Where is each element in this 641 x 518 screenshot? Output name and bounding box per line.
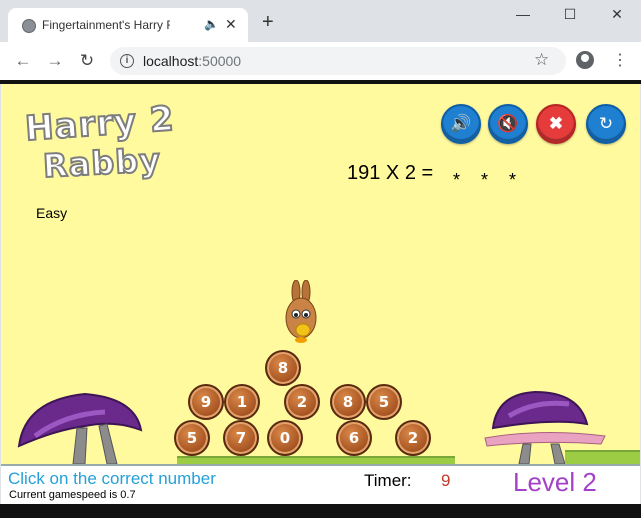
- reload-button[interactable]: ↻: [76, 51, 98, 71]
- timer-value: 9: [441, 471, 451, 490]
- timer-label: Timer:: [364, 471, 412, 490]
- restart-button[interactable]: ↻: [586, 104, 626, 144]
- number-coin[interactable]: 7: [223, 420, 259, 456]
- math-question: 191 X 2 =: [347, 162, 434, 184]
- number-coin[interactable]: 2: [284, 384, 320, 420]
- number-coin[interactable]: 6: [336, 420, 372, 456]
- speaker-icon[interactable]: 🔈: [204, 17, 219, 31]
- url-text[interactable]: localhost:50000: [143, 53, 241, 69]
- browser-toolbar: ← → ↻ i localhost:50000 ☆ ⋮: [0, 42, 641, 81]
- number-coin[interactable]: 1: [224, 384, 260, 420]
- new-tab-button[interactable]: +: [262, 12, 274, 32]
- close-game-button[interactable]: ✖: [536, 104, 576, 144]
- forward-button[interactable]: →: [44, 51, 66, 71]
- difficulty-label: Easy: [36, 205, 68, 221]
- number-coin[interactable]: 0: [267, 420, 303, 456]
- gamespeed-text: Current gamespeed is 0.7: [9, 489, 136, 501]
- sound-on-button[interactable]: 🔊: [441, 104, 481, 144]
- level-indicator: Level 2: [513, 467, 597, 497]
- mute-button[interactable]: 🔇: [488, 104, 528, 144]
- window-close-button[interactable]: ✕: [602, 6, 632, 26]
- info-icon[interactable]: i: [120, 54, 134, 68]
- number-coin[interactable]: 8: [330, 384, 366, 420]
- browser-tab[interactable]: Fingertainment's Harry Rabb 🔈 ✕: [8, 8, 248, 42]
- number-coin[interactable]: 5: [366, 384, 402, 420]
- url-host: localhost: [143, 53, 199, 69]
- url-port: :50000: [198, 53, 242, 69]
- browser-menu-icon[interactable]: ⋮: [612, 50, 628, 70]
- number-coin[interactable]: 8: [265, 350, 301, 386]
- game-logo-line2: Rabby: [41, 140, 163, 186]
- bookmark-star-icon[interactable]: ☆: [534, 50, 549, 70]
- number-coin[interactable]: 5: [174, 420, 210, 456]
- number-coin[interactable]: 9: [188, 384, 224, 420]
- ground-platform: [565, 450, 640, 464]
- answer-placeholder: * * *: [453, 170, 525, 190]
- rabbit-character: [283, 279, 319, 344]
- tab-close-icon[interactable]: ✕: [225, 16, 237, 33]
- tab-title: Fingertainment's Harry Rabb: [42, 18, 170, 32]
- instruction-text: Click on the correct number: [8, 469, 216, 488]
- address-bar[interactable]: i localhost:50000 ☆: [110, 47, 566, 75]
- maximize-button[interactable]: ☐: [555, 6, 585, 26]
- profile-avatar-icon[interactable]: [576, 51, 594, 69]
- ground-platform: [177, 456, 455, 464]
- back-button[interactable]: ←: [12, 51, 34, 71]
- game-canvas[interactable]: Harry 2 Rabby Easy 191 X 2 = * * * 🔊 🔇 ✖…: [1, 84, 640, 464]
- page-bottom-border: [0, 504, 641, 518]
- minimize-button[interactable]: —: [508, 6, 538, 26]
- game-footer: Click on the correct number Current game…: [1, 464, 640, 506]
- mushroom-decoration: [15, 390, 145, 464]
- favicon-icon: [22, 19, 36, 33]
- number-coin[interactable]: 2: [395, 420, 431, 456]
- browser-tab-strip: Fingertainment's Harry Rabb 🔈 ✕ + — ☐ ✕: [0, 0, 641, 42]
